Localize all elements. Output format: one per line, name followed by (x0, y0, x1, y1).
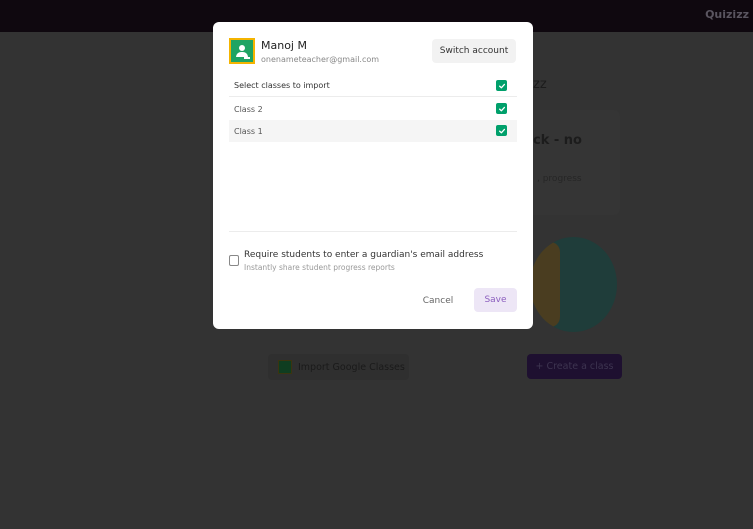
class-name: Class 2 (234, 104, 263, 114)
guardian-email-checkbox[interactable] (229, 255, 239, 266)
switch-account-button[interactable]: Switch account (432, 39, 516, 63)
guardian-email-label: Require students to enter a guardian's e… (244, 250, 484, 260)
class-row[interactable]: Class 2 (229, 98, 517, 120)
class-checkbox[interactable] (496, 125, 507, 136)
class-checkbox[interactable] (496, 103, 507, 114)
import-google-classes-button[interactable]: Import Google Classes (268, 354, 409, 380)
import-classes-modal: Manoj M onenameteacher@gmail.com Switch … (213, 22, 533, 329)
info-card (520, 110, 620, 215)
person-with-magnifier-illustration (530, 242, 560, 327)
guardian-email-description: Instantly share student progress reports (244, 263, 395, 272)
divider (229, 231, 517, 232)
info-card-subtitle: , progress (537, 174, 582, 184)
checkmark-icon (498, 106, 505, 111)
select-all-label: Select classes to import (234, 81, 330, 90)
google-classroom-icon (278, 360, 292, 374)
account-name: Manoj M (261, 39, 307, 52)
google-classroom-icon (229, 38, 255, 64)
checkmark-icon (498, 83, 505, 88)
page-heading: zz (533, 77, 547, 92)
checkmark-icon (498, 128, 505, 133)
grade-progress-illustration (530, 237, 617, 332)
select-all-checkbox[interactable] (496, 80, 507, 91)
create-class-button[interactable]: + Create a class (527, 354, 622, 379)
import-google-classes-label: Import Google Classes (298, 361, 405, 373)
class-name: Class 1 (234, 126, 263, 136)
create-class-label: + Create a class (535, 361, 614, 372)
info-card-title: ck - no (533, 133, 582, 148)
brand-logo[interactable]: Quizizz (705, 8, 749, 21)
class-row[interactable]: Class 1 (229, 120, 517, 142)
save-button[interactable]: Save (474, 288, 517, 312)
select-all-row[interactable]: Select classes to import (229, 75, 517, 97)
cancel-button[interactable]: Cancel (415, 290, 461, 312)
account-email: onenameteacher@gmail.com (261, 55, 380, 64)
